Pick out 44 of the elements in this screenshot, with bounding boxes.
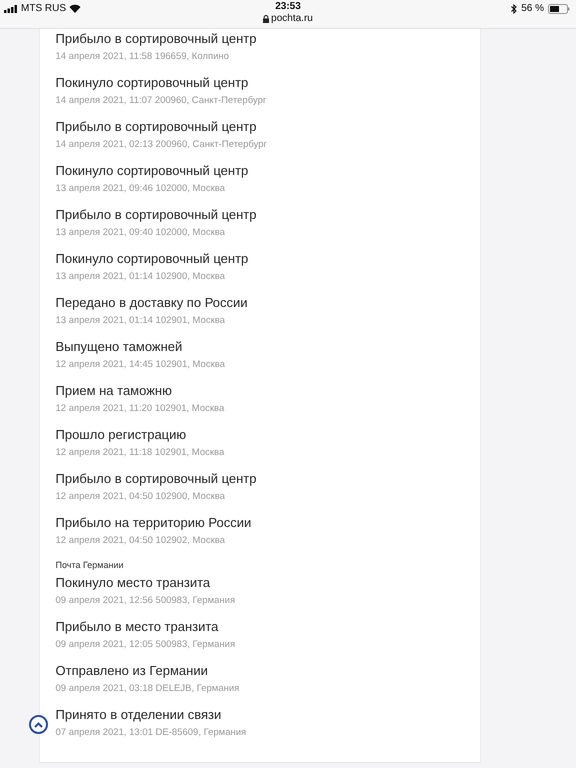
- event-details: 14 апреля 2021, 11:07 200960, Санкт-Петербург: [56, 94, 268, 108]
- event-details: 12 апреля 2021, 11:20 102901, Москва: [56, 402, 226, 416]
- event-title: Покинуло место транзита: [56, 574, 212, 592]
- event-details: 13 апреля 2021, 09:46 102000, Москва: [56, 182, 226, 196]
- clock-time: 23:53: [275, 0, 301, 13]
- event-title: Прием на таможню: [56, 382, 173, 400]
- event-title: Прошло регистрацию: [56, 426, 188, 444]
- event-title: Покинуло сортировочный центр: [56, 162, 250, 180]
- bluetooth-icon: [511, 4, 518, 14]
- event-title: Принято в отделении связи: [56, 706, 222, 724]
- battery-icon: [548, 4, 570, 14]
- signal-icon: [4, 4, 18, 12]
- event-title: Прибыло в сортировочный центр: [56, 470, 258, 488]
- address-bar[interactable]: pochta.ru: [263, 13, 313, 25]
- event-title: Прибыло на территорию России: [56, 514, 252, 532]
- event-details: 12 апреля 2021, 04:50 102900, Москва: [56, 490, 226, 504]
- event-title: Отправлено из Германии: [56, 662, 209, 680]
- event-details: 14 апреля 2021, 11:58 196659, Колпино: [56, 50, 230, 64]
- event-details: 13 апреля 2021, 01:14 102900, Москва: [56, 270, 226, 284]
- event-details: 07 апреля 2021, 13:01 DE-85609, Германия: [56, 726, 248, 740]
- event-details: 13 апреля 2021, 01:14 102901, Москва: [56, 314, 226, 328]
- event-title: Прибыло в сортировочный центр: [56, 30, 258, 48]
- scroll-to-top-button[interactable]: [29, 715, 48, 734]
- event-details: 12 апреля 2021, 04:50 102902, Москва: [56, 534, 226, 548]
- event-details: 13 апреля 2021, 09:40 102000, Москва: [56, 226, 226, 240]
- event-details: 09 апреля 2021, 12:56 500983, Германия: [56, 594, 236, 608]
- event-details: 09 апреля 2021, 03:18 DELEJB, Германия: [56, 682, 240, 696]
- carrier-label: Почта Германии: [56, 559, 124, 572]
- event-details: 12 апреля 2021, 11:18 102901, Москва: [56, 446, 226, 460]
- event-details: 12 апреля 2021, 14:45 102901, Москва: [56, 358, 226, 372]
- event-title: Прибыло в место транзита: [56, 618, 220, 636]
- wifi-icon: [69, 4, 81, 13]
- event-details: 14 апреля 2021, 02:13 200960, Санкт-Петербург: [56, 138, 268, 152]
- event-title: Покинуло сортировочный центр: [56, 74, 250, 92]
- event-title: Прибыло в сортировочный центр: [56, 206, 258, 224]
- event-title: Выпущено таможней: [56, 338, 184, 356]
- event-details: 09 апреля 2021, 12:05 500983, Германия: [56, 638, 236, 652]
- battery-percent: 56 %: [521, 2, 544, 15]
- lock-icon: [263, 15, 270, 23]
- event-title: Покинуло сортировочный центр: [56, 250, 250, 268]
- carrier-name: MTS RUS: [21, 2, 66, 15]
- event-title: Прибыло в сортировочный центр: [56, 118, 258, 136]
- chevron-up-icon: [34, 722, 43, 728]
- event-title: Передано в доставку по России: [56, 294, 249, 312]
